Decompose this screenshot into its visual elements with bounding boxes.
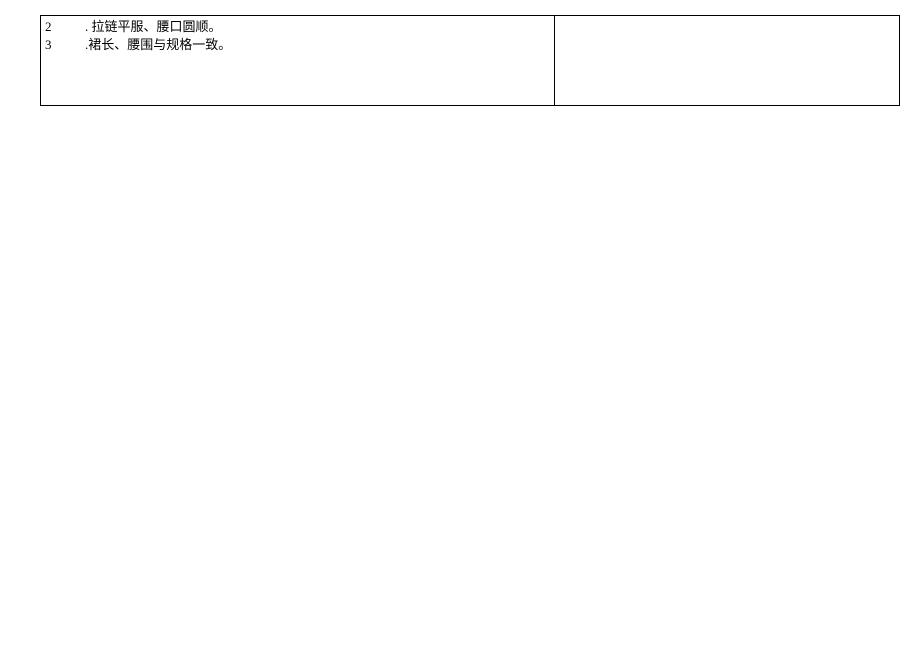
- row-text: .裙长、腰围与规格一致。: [85, 36, 231, 54]
- right-cell: [555, 16, 900, 106]
- left-cell: 2 . 拉链平服、腰口圆顺。 3 .裙长、腰围与规格一致。: [41, 16, 555, 106]
- row-number: 2: [45, 18, 85, 36]
- content-table: 2 . 拉链平服、腰口圆顺。 3 .裙长、腰围与规格一致。: [40, 15, 900, 106]
- table-container: 2 . 拉链平服、腰口圆顺。 3 .裙长、腰围与规格一致。: [40, 15, 900, 106]
- row-text: . 拉链平服、腰口圆顺。: [85, 18, 222, 36]
- table-row: 2 . 拉链平服、腰口圆顺。 3 .裙长、腰围与规格一致。: [41, 16, 900, 106]
- row-number: 3: [45, 36, 85, 54]
- row-line-2: 3 .裙长、腰围与规格一致。: [45, 36, 550, 54]
- row-line-1: 2 . 拉链平服、腰口圆顺。: [45, 18, 550, 36]
